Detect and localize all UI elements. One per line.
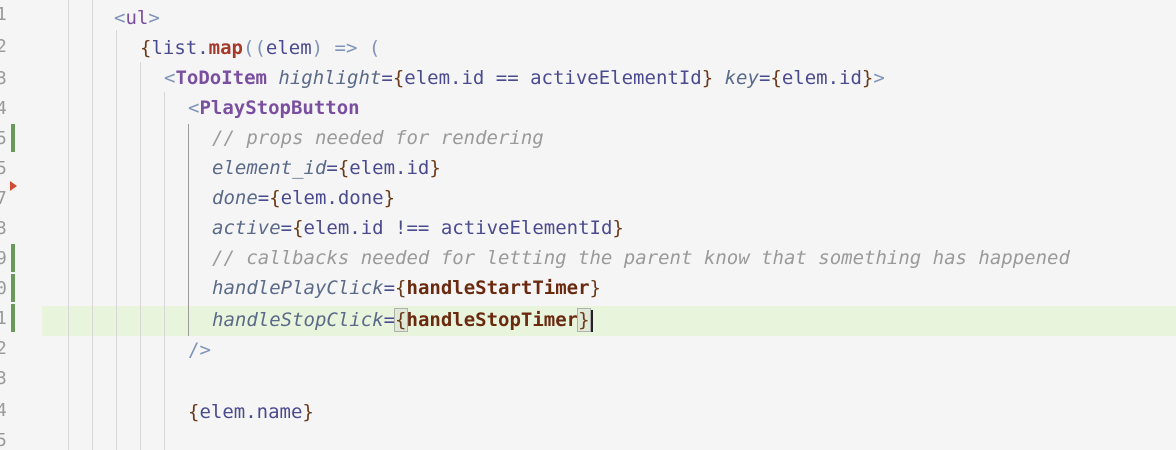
line-number: 2 xyxy=(0,338,7,359)
matched-brace: } xyxy=(577,308,591,332)
tag-close-bracket: > xyxy=(873,67,885,89)
line-number: 1 xyxy=(0,308,7,329)
line-number: 3 xyxy=(0,368,7,389)
expression: elem.id xyxy=(349,157,430,179)
code-line-14[interactable]: {elem.name} xyxy=(188,397,314,427)
brace: { xyxy=(292,217,304,239)
code-line-1[interactable]: <ul> xyxy=(114,3,160,33)
expression: elem.id !== activeElementId xyxy=(303,217,613,239)
comment: // props needed for rendering xyxy=(212,127,544,149)
code-line-3[interactable]: <ToDoItem highlight={elem.id == activeEl… xyxy=(164,63,885,93)
brace: { xyxy=(392,67,405,89)
code-line-2[interactable]: {list.map((elem) => ( xyxy=(140,33,380,63)
line-number: 2 xyxy=(0,36,7,57)
equals: = xyxy=(383,277,396,299)
component-name: PlayStopButton xyxy=(199,97,360,119)
git-added-marker[interactable] xyxy=(11,244,15,272)
indent-guide xyxy=(140,62,141,450)
prop-name: handlePlayClick xyxy=(212,277,384,299)
code-area[interactable]: <ul> {list.map((elem) => ( <ToDoItem hig… xyxy=(42,0,1176,450)
arrow: ) => ( xyxy=(311,37,381,59)
brace: { xyxy=(188,401,200,423)
equals: = xyxy=(758,67,771,89)
code-editor[interactable]: 1 2 3 4 5 5 7 3 9 0 1 2 3 4 5 <ul> {list… xyxy=(0,0,1176,450)
comment: // callbacks needed for letting the pare… xyxy=(212,247,1070,269)
equals: = xyxy=(381,67,393,89)
tag-open-bracket: < xyxy=(188,97,200,119)
indent-guide xyxy=(68,0,69,450)
brace: { xyxy=(770,67,782,89)
line-number: 3 xyxy=(0,68,7,89)
tag-name: ul xyxy=(125,7,149,29)
equals: = xyxy=(280,217,293,239)
brace: { xyxy=(337,157,350,179)
line-number: 3 xyxy=(0,218,7,239)
line-number: 7 xyxy=(0,188,7,209)
line-number: 0 xyxy=(0,278,7,299)
prop-name: done xyxy=(212,187,258,209)
code-line-8[interactable]: active={elem.id !== activeElementId} xyxy=(212,213,624,243)
tag-close-bracket: > xyxy=(148,7,160,29)
code-line-9[interactable]: // callbacks needed for letting the pare… xyxy=(212,243,1070,273)
self-close-bracket: /> xyxy=(188,339,211,361)
line-number: 5 xyxy=(0,158,7,179)
brace: { xyxy=(269,187,281,209)
git-added-marker[interactable] xyxy=(11,124,15,152)
code-line-6[interactable]: element_id={elem.id} xyxy=(212,153,441,183)
line-number: 9 xyxy=(0,248,7,269)
brace: } xyxy=(383,187,396,209)
line-number: 5 xyxy=(0,430,7,450)
tag-open-bracket: < xyxy=(114,7,126,29)
equals: = xyxy=(257,187,270,209)
expression: elem.id xyxy=(781,67,862,89)
code-line-11[interactable]: handleStopClick={handleStopTimer} xyxy=(212,305,593,335)
prop-name: handleStopClick xyxy=(212,309,384,331)
expression: elem.id == activeElementId xyxy=(404,67,702,89)
brace: } xyxy=(861,67,874,89)
brace: } xyxy=(701,67,714,89)
code-line-10[interactable]: handlePlayClick={handleStartTimer} xyxy=(212,273,601,303)
param: elem xyxy=(265,37,312,59)
handler-name: handleStopTimer xyxy=(406,309,579,331)
expression: elem.name xyxy=(199,401,303,423)
line-number: 1 xyxy=(0,4,7,25)
tag-open-bracket: < xyxy=(164,67,176,89)
equals: = xyxy=(326,157,338,179)
git-added-marker[interactable] xyxy=(11,304,15,332)
method-name: map xyxy=(208,37,243,59)
line-number: 5 xyxy=(0,128,7,149)
line-number: 4 xyxy=(0,98,7,119)
code-line-5[interactable]: // props needed for rendering xyxy=(212,123,544,153)
prop-name: active xyxy=(212,217,281,239)
dot: . xyxy=(197,37,209,59)
brace: { xyxy=(140,37,152,59)
identifier: list xyxy=(151,37,198,59)
brace: } xyxy=(302,401,314,423)
git-added-marker[interactable] xyxy=(11,274,15,302)
prop-name: element_id xyxy=(212,157,327,179)
brace: { xyxy=(395,277,407,299)
handler-name: handleStartTimer xyxy=(406,277,590,299)
indent-guide xyxy=(92,0,93,450)
component-name: ToDoItem xyxy=(175,67,267,89)
line-number: 4 xyxy=(0,400,7,421)
git-deleted-icon[interactable] xyxy=(10,181,17,191)
indent-guide xyxy=(164,92,165,450)
equals: = xyxy=(383,309,396,331)
indent-guide-active xyxy=(188,124,189,336)
paren: (( xyxy=(243,37,266,59)
prop-name: highlight xyxy=(278,67,382,89)
brace: } xyxy=(589,277,601,299)
indent-guide xyxy=(116,30,117,450)
matched-brace: { xyxy=(394,308,408,332)
code-line-7[interactable]: done={elem.done} xyxy=(212,183,395,213)
code-line-12[interactable]: /> xyxy=(188,335,211,365)
code-line-4[interactable]: <PlayStopButton xyxy=(188,93,360,123)
text-cursor xyxy=(590,309,593,332)
prop-name: key xyxy=(724,67,759,89)
line-number-gutter: 1 2 3 4 5 5 7 3 9 0 1 2 3 4 5 xyxy=(0,0,42,450)
brace: } xyxy=(429,157,441,179)
expression: elem.done xyxy=(280,187,384,209)
brace: } xyxy=(612,217,624,239)
